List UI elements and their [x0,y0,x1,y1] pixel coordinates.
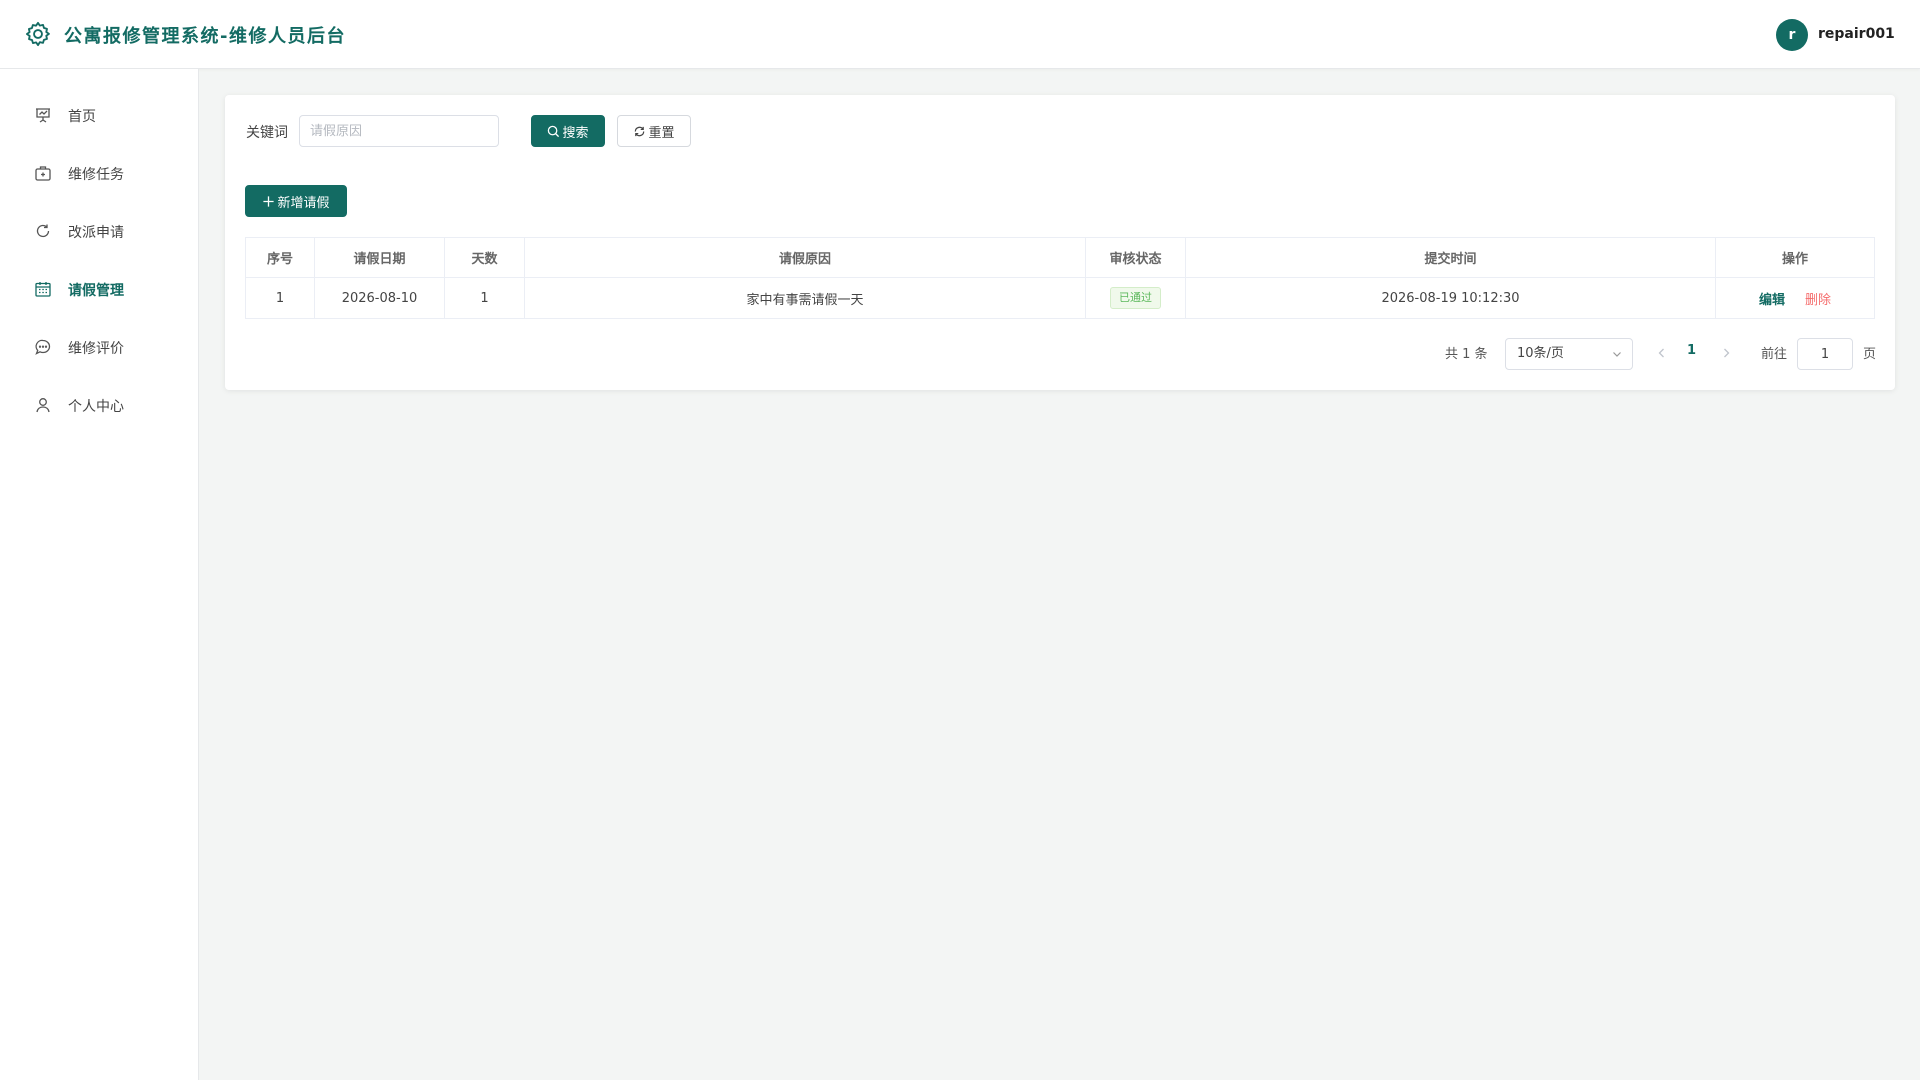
pagination-total: 共 1 条 [1445,347,1488,362]
keyword-label: 关键词 [246,125,288,141]
sidebar-item-reviews[interactable]: 维修评价 [0,323,199,371]
column-header: 审核状态 [1086,238,1186,278]
column-header: 请假日期 [315,238,445,278]
leave-table: 序号 请假日期 天数 请假原因 审核状态 提交时间 操作 1 2026-08-1… [245,237,1875,319]
column-header: 操作 [1716,238,1875,278]
sidebar-item-label: 首页 [68,109,96,125]
sidebar-item-label: 请假管理 [68,283,124,299]
sidebar-item-label: 改派申请 [68,225,124,241]
reset-button[interactable]: 重置 [617,115,691,147]
sidebar-item-profile[interactable]: 个人中心 [0,381,199,429]
avatar[interactable]: r [1776,19,1808,51]
plus-icon [263,195,275,207]
add-leave-button[interactable]: 新增请假 [245,185,347,217]
goto-label: 前往 [1761,347,1788,362]
username[interactable]: repair001 [1818,26,1895,42]
sidebar-item-label: 维修评价 [68,341,124,357]
user-icon [36,398,50,413]
page-suffix-label: 页 [1863,347,1877,362]
table-header-row: 序号 请假日期 天数 请假原因 审核状态 提交时间 操作 [246,238,1875,278]
chevron-right-icon[interactable] [1719,346,1733,360]
column-header: 请假原因 [525,238,1086,278]
sidebar-item-home[interactable]: 首页 [0,91,199,139]
cell-days: 1 [445,278,525,319]
cell-index: 1 [246,278,315,319]
search-button[interactable]: 搜索 [531,115,605,147]
refresh-icon [36,224,50,238]
page-size-value: 10条/页 [1517,346,1564,361]
add-leave-button-label: 新增请假 [277,195,330,211]
refresh-icon [635,126,645,136]
search-button-label: 搜索 [562,125,589,141]
page-size-select[interactable]: 10条/页 [1505,338,1633,370]
sidebar-item-repair-tasks[interactable]: 维修任务 [0,149,199,197]
cell-submit-time: 2026-08-19 10:12:30 [1186,278,1716,319]
cell-actions: 编辑 删除 [1716,278,1875,319]
top-header: 公寓报修管理系统-维修人员后台 r repair001 [0,0,1920,69]
sidebar-item-label: 个人中心 [68,399,124,415]
cell-status: 已通过 [1086,278,1186,319]
search-icon [548,125,560,137]
chevron-down-icon [1613,352,1621,357]
page-number-current[interactable]: 1 [1687,343,1696,358]
delete-link[interactable]: 删除 [1805,289,1831,308]
column-header: 序号 [246,238,315,278]
cell-date: 2026-08-10 [315,278,445,319]
search-input[interactable] [299,115,499,147]
chat-icon [35,339,51,355]
sidebar: 首页 维修任务 改派申请 请假管理 维修评价 个人中心 [0,69,199,1080]
app-title: 公寓报修管理系统-维修人员后台 [64,26,346,47]
column-header: 提交时间 [1186,238,1716,278]
main-card: 关键词 搜索 重置 新增请假 序号 请假日期 天数 请假原因 审核状态 提交时间… [225,95,1895,390]
calendar-icon [35,282,51,297]
chevron-left-icon[interactable] [1655,346,1669,360]
edit-link[interactable]: 编辑 [1759,289,1785,308]
cell-reason: 家中有事需请假一天 [525,278,1086,319]
sidebar-item-reassign[interactable]: 改派申请 [0,207,199,255]
gear-icon [25,21,50,47]
sidebar-item-label: 维修任务 [68,167,124,183]
toolbox-icon [35,166,51,181]
reset-button-label: 重置 [648,125,675,141]
status-badge: 已通过 [1110,287,1161,309]
table-row: 1 2026-08-10 1 家中有事需请假一天 已通过 2026-08-19 … [246,278,1875,319]
column-header: 天数 [445,238,525,278]
goto-page-input[interactable] [1797,338,1853,370]
sidebar-item-leave[interactable]: 请假管理 [0,265,199,313]
dashboard-icon [36,108,50,123]
